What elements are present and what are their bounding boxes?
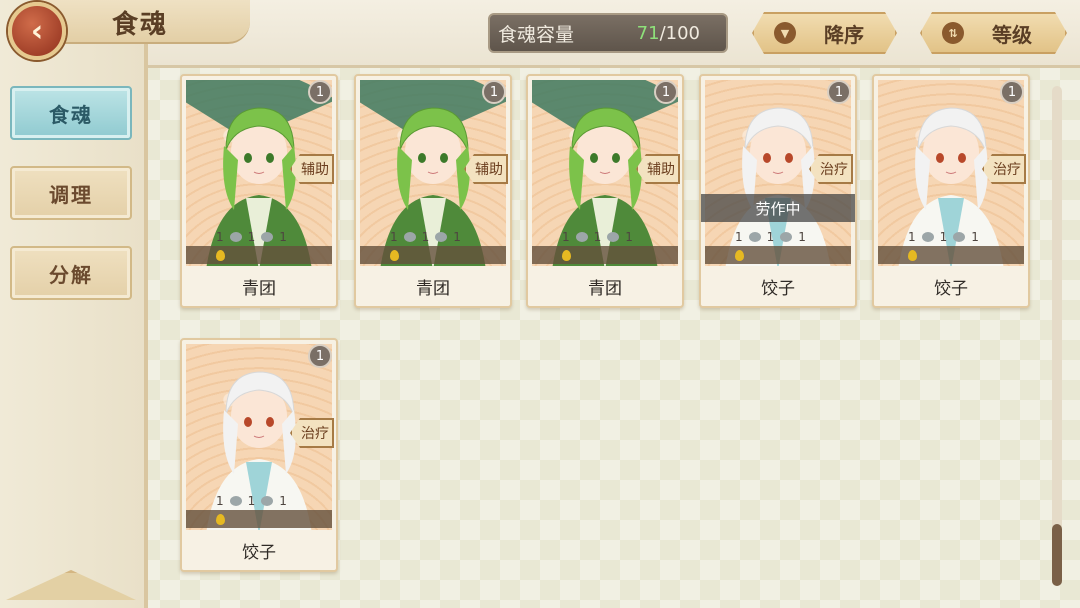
stat-icon: [921, 232, 934, 242]
stat-icon: [748, 232, 761, 242]
stat-value: 1: [971, 230, 979, 244]
sidebar-ornament: [6, 570, 136, 600]
capacity-display: 食魂容量 71/100: [488, 13, 728, 53]
skill-bar: [532, 246, 678, 264]
stat-value: 1: [390, 230, 398, 244]
card-name: 青团: [416, 278, 450, 299]
stat-row: 1 1 1: [536, 228, 676, 246]
level-badge: 1: [827, 80, 851, 104]
sort-field-label: 等级: [992, 22, 1032, 47]
stat-value: 1: [279, 494, 287, 508]
stat-value: 1: [453, 230, 461, 244]
level-badge: 1: [1000, 80, 1024, 104]
stat-value: 1: [625, 230, 633, 244]
triangle-down-icon: ▼: [774, 22, 796, 44]
stat-icon: [261, 232, 274, 242]
sort-order-label: 降序: [824, 22, 864, 47]
food-soul-card[interactable]: 1 辅助 1 1 1 青团: [354, 74, 512, 308]
stat-value: 1: [766, 230, 775, 244]
stat-row: 1 1 1: [364, 228, 504, 246]
level-badge: 1: [482, 80, 506, 104]
capacity-value: 71/100: [637, 23, 700, 44]
stat-value: 1: [279, 230, 287, 244]
drop-icon: [216, 513, 225, 525]
card-name: 饺子: [934, 278, 968, 299]
drop-icon: [390, 249, 399, 261]
stat-icon: [403, 232, 416, 242]
stat-value: 1: [562, 230, 570, 244]
stat-icon: [575, 232, 588, 242]
stat-value: 1: [421, 230, 430, 244]
capacity-label: 食魂容量: [498, 23, 575, 46]
stat-row: 1 1 1: [709, 228, 849, 246]
card-name: 饺子: [761, 278, 795, 299]
card-name: 饺子: [242, 542, 276, 563]
food-soul-card[interactable]: 1 治疗 劳作中 1 1 1 饺子: [699, 74, 857, 308]
stat-value: 1: [247, 230, 256, 244]
skill-bar: [360, 246, 506, 264]
skill-bar: [186, 246, 332, 264]
stat-icon: [261, 496, 274, 506]
sidebar: 食魂 调理 分解: [0, 0, 148, 608]
card-name: 青团: [588, 278, 622, 299]
level-badge: 1: [308, 80, 332, 104]
skill-bar: [186, 510, 332, 528]
stat-value: 1: [735, 230, 743, 244]
card-name: 青团: [242, 278, 276, 299]
stat-icon: [953, 232, 966, 242]
stat-value: 1: [216, 494, 224, 508]
drop-icon: [562, 249, 571, 261]
stat-icon: [780, 232, 793, 242]
skill-bar: [705, 246, 851, 264]
drop-icon: [216, 249, 225, 261]
working-status: 劳作中: [701, 194, 855, 222]
scrollbar-thumb[interactable]: [1052, 524, 1062, 586]
food-soul-card[interactable]: 1 治疗 1 1 1 饺子: [872, 74, 1030, 308]
drop-icon: [735, 249, 744, 261]
stat-row: 1 1 1: [190, 228, 330, 246]
capacity-total: /100: [659, 22, 700, 44]
scrollbar-track[interactable]: [1052, 86, 1062, 586]
food-soul-card[interactable]: 1 辅助 1 1 1 青团: [526, 74, 684, 308]
stat-value: 1: [939, 230, 948, 244]
swap-icon: ⇅: [942, 22, 964, 44]
stat-icon: [229, 496, 242, 506]
page-title: 食魂: [112, 10, 169, 40]
stat-value: 1: [247, 494, 256, 508]
capacity-current: 71: [636, 22, 660, 44]
sort-order-button[interactable]: ▼ 降序: [752, 12, 897, 54]
tab-soul[interactable]: 食魂: [10, 86, 132, 140]
stat-value: 1: [216, 230, 224, 244]
level-badge: 1: [654, 80, 678, 104]
tab-decompose[interactable]: 分解: [10, 246, 132, 300]
stat-icon: [435, 232, 448, 242]
stat-row: 1 1 1: [882, 228, 1022, 246]
sort-field-button[interactable]: ⇅ 等级: [920, 12, 1067, 54]
drop-icon: [908, 249, 917, 261]
food-soul-card[interactable]: 1 辅助 1 1 1 青团: [180, 74, 338, 308]
stat-value: 1: [593, 230, 602, 244]
tab-cooking[interactable]: 调理: [10, 166, 132, 220]
chevron-left-icon: ‹: [30, 13, 44, 49]
skill-bar: [878, 246, 1024, 264]
stat-value: 1: [908, 230, 916, 244]
food-soul-card[interactable]: 1 治疗 1 1 1 饺子: [180, 338, 338, 572]
stat-row: 1 1 1: [190, 492, 330, 510]
stat-icon: [607, 232, 620, 242]
stat-value: 1: [798, 230, 806, 244]
level-badge: 1: [308, 344, 332, 368]
stat-icon: [229, 232, 242, 242]
back-button[interactable]: ‹: [8, 2, 66, 60]
